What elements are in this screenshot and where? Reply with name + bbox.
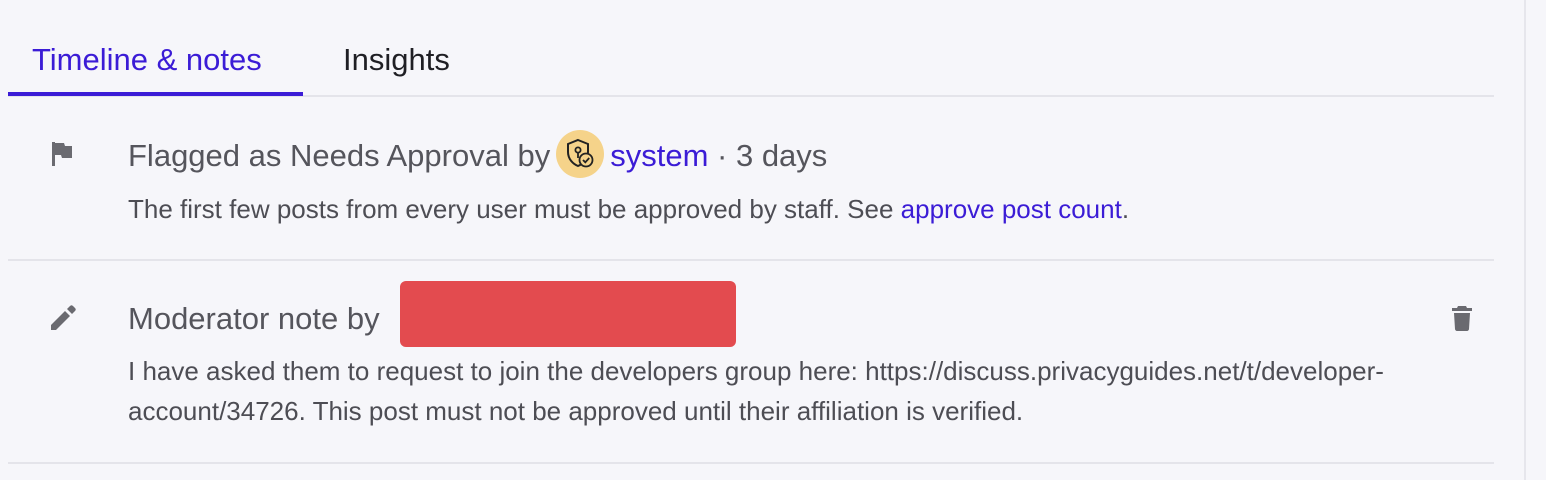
entry-title: Moderator note by (128, 301, 380, 336)
tab-timeline-notes[interactable]: Timeline & notes (32, 40, 262, 80)
entry-description: The first few posts from every user must… (128, 189, 1129, 229)
redacted-username (400, 281, 736, 347)
moderator-note-body: I have asked them to request to join the… (128, 356, 1384, 426)
description-text: The first few posts from every user must… (128, 194, 894, 224)
username-link[interactable]: system (610, 138, 708, 173)
panel-divider (1524, 0, 1526, 480)
shield-check-icon (567, 138, 594, 168)
avatar[interactable] (556, 130, 605, 178)
description-suffix: . (1121, 194, 1130, 224)
entry-time: · 3 days (717, 138, 828, 174)
approve-post-count-link[interactable]: approve post count (901, 194, 1122, 224)
active-tab-indicator (8, 92, 303, 96)
entry-title: Flagged as Needs Approval by system · 3 … (128, 130, 828, 182)
tab-bar: Timeline & notes Insights (8, 0, 1494, 97)
trash-icon[interactable] (1452, 305, 1472, 336)
flag-icon (48, 140, 74, 173)
tab-insights[interactable]: Insights (343, 40, 450, 80)
entry-title-prefix: Flagged as Needs Approval by (128, 138, 551, 174)
timeline-entry-flag: Flagged as Needs Approval by system · 3 … (8, 98, 1494, 261)
timeline-entry-note: Moderator note by I have asked them to r… (8, 261, 1494, 464)
pencil-icon (48, 303, 78, 338)
